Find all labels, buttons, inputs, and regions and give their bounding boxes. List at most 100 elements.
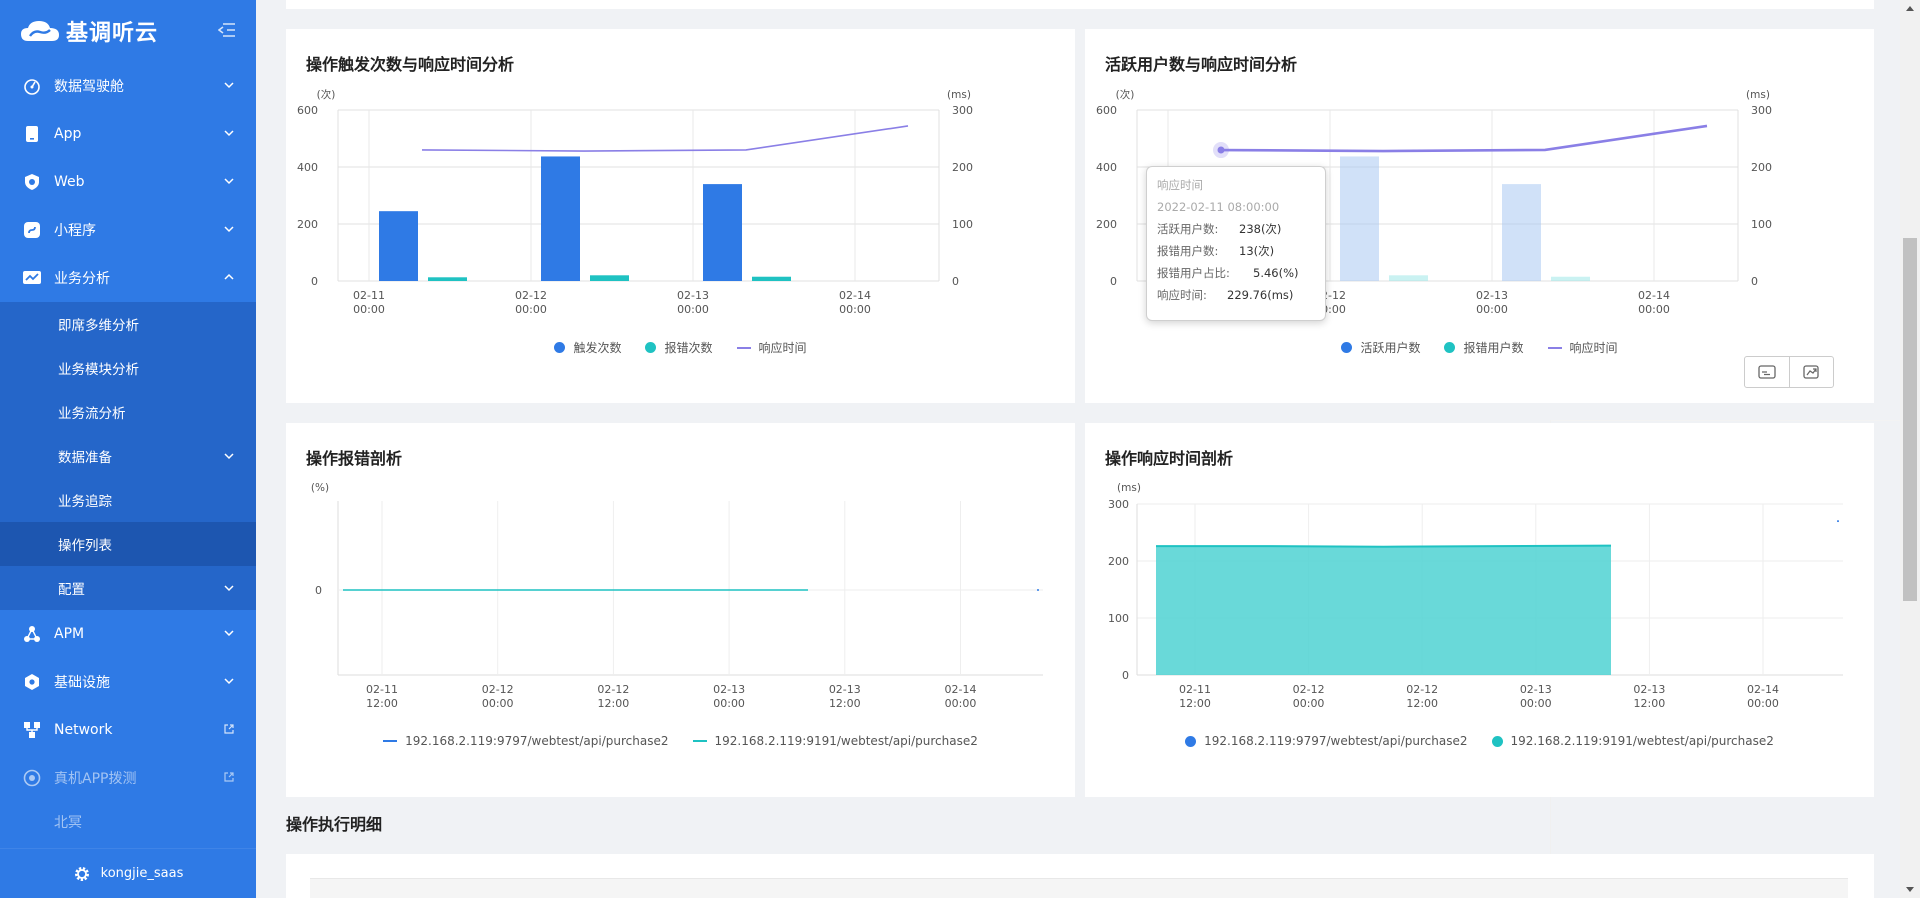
- chevron-up-icon: [224, 273, 234, 280]
- legend-item-endpoint-9191[interactable]: 192.168.2.119:9191/webtest/api/purchase2: [1491, 734, 1774, 748]
- bar-error: [428, 277, 467, 281]
- sidebar-item-label: App: [54, 126, 82, 142]
- y2-tick-label: 100: [1751, 218, 1772, 231]
- x-tick-label: 02-13: [829, 683, 861, 696]
- page-scrollbar[interactable]: [1900, 0, 1920, 898]
- x-tick-label: 00:00: [1520, 697, 1552, 710]
- scrollbar-thumb[interactable]: [1903, 238, 1917, 601]
- error-analysis-chart: (%)002-1112:0002-1200:0002-1212:0002-130…: [311, 482, 1043, 710]
- sidebar-menu-bottom: APM 基础设施 Network 真机APP拨测 北冥: [0, 610, 256, 832]
- data-view-button[interactable]: [1745, 357, 1789, 387]
- series-point-9797: [1037, 589, 1039, 591]
- bar-primary: [379, 211, 418, 281]
- x-tick-label: 12:00: [598, 697, 630, 710]
- sidebar-item-app[interactable]: App: [0, 110, 256, 158]
- legend-item-trigger-count[interactable]: 触发次数: [554, 339, 621, 356]
- legend-item-response-time[interactable]: 响应时间: [736, 339, 807, 356]
- legend-item-active-users[interactable]: 活跃用户数: [1341, 339, 1420, 356]
- chart-toolbox: [1744, 356, 1834, 388]
- legend-label: 响应时间: [1569, 341, 1618, 355]
- sidebar-subitem-label: 业务流分析: [58, 406, 126, 422]
- y2-tick-label: 0: [1751, 275, 1758, 288]
- sidebar-subitem-label: 数据准备: [58, 450, 112, 466]
- y-tick-label: 100: [1108, 612, 1129, 625]
- bar-primary: [541, 156, 580, 281]
- save-image-icon: [1803, 365, 1819, 379]
- tooltip-label: 报错用户占比:: [1157, 266, 1230, 280]
- sidebar-item-business-analysis[interactable]: 业务分析: [0, 254, 256, 302]
- highlight-point: [1217, 146, 1225, 154]
- legend-item-error-count[interactable]: 报错次数: [645, 339, 713, 356]
- legend-item-endpoint-9191[interactable]: 192.168.2.119:9191/webtest/api/purchase2: [692, 734, 978, 748]
- x-tick-label: 02-13: [677, 289, 709, 302]
- bar-error: [752, 276, 791, 281]
- legend-label: 192.168.2.119:9797/webtest/api/purchase2: [405, 734, 669, 748]
- execution-detail-panel: [286, 854, 1874, 898]
- sidebar-subitem-label: 业务追踪: [58, 494, 112, 510]
- chart-legend: 活跃用户数 报错用户数 响应时间: [1085, 339, 1874, 356]
- sidebar-subitem-tracking[interactable]: 业务追踪: [0, 478, 256, 522]
- sidebar-item-infra[interactable]: 基础设施: [0, 658, 256, 706]
- logo[interactable]: 基调听云: [0, 0, 256, 62]
- legend-label: 活跃用户数: [1360, 341, 1421, 355]
- legend-item-error-users[interactable]: 报错用户数: [1444, 339, 1524, 356]
- x-tick-label: 12:00: [1406, 697, 1438, 710]
- y2-tick-label: 300: [1751, 104, 1772, 117]
- chevron-down-icon: [224, 585, 234, 592]
- sidebar-subitem-adhoc-analysis[interactable]: 即席多维分析: [0, 302, 256, 346]
- business-analysis-submenu: 即席多维分析 业务模块分析 业务流分析 数据准备 业务追踪 操作列表 配置: [0, 302, 256, 610]
- sidebar-subitem-module-analysis[interactable]: 业务模块分析: [0, 346, 256, 390]
- chevron-down-icon: [224, 130, 234, 137]
- sidebar-item-label: APM: [54, 626, 85, 642]
- tooltip-value: 5.46(%): [1253, 266, 1299, 280]
- sidebar-subitem-flow-analysis[interactable]: 业务流分析: [0, 390, 256, 434]
- sidebar-item-network[interactable]: Network: [0, 706, 256, 754]
- gear-icon: [74, 866, 89, 881]
- x-tick-label: 12:00: [1634, 697, 1666, 710]
- response-time-analysis-chart: (ms)010020030002-1112:0002-1200:0002-121…: [1108, 482, 1843, 710]
- sidebar-item-label: 北冥: [54, 815, 82, 831]
- y-tick-label: 0: [315, 584, 322, 597]
- sidebar-item-web[interactable]: Web: [0, 158, 256, 206]
- y-tick-label: 200: [1096, 218, 1117, 231]
- y-tick-label: 300: [1108, 498, 1129, 511]
- app-icon: [22, 124, 42, 144]
- panel-error-analysis: 操作报错剖析 (%) 0 02-11 12:00 02-12 00:00 02-12 12:0…: [286, 423, 1075, 797]
- legend-label: 响应时间: [758, 341, 807, 355]
- bar-primary: [1340, 156, 1379, 281]
- y2-tick-label: 0: [952, 275, 959, 288]
- legend-label: 触发次数: [573, 341, 622, 355]
- legend-label: 报错次数: [664, 341, 713, 355]
- sidebar-subitem-data-prep[interactable]: 数据准备: [0, 434, 256, 478]
- sidebar-subitem-operation-list[interactable]: 操作列表: [0, 522, 256, 566]
- collapse-menu-icon[interactable]: [218, 22, 236, 38]
- sidebar-subitem-config[interactable]: 配置: [0, 566, 256, 610]
- x-tick-label: 00:00: [1476, 303, 1508, 316]
- scroll-down-icon[interactable]: [1905, 886, 1915, 894]
- tooltip-value: 229.76(ms): [1227, 288, 1294, 302]
- sidebar-subitem-label: 业务模块分析: [58, 362, 139, 378]
- chevron-down-icon: [224, 226, 234, 233]
- sidebar-item-apm[interactable]: APM: [0, 610, 256, 658]
- tooltip-label: 活跃用户数:: [1157, 222, 1219, 236]
- user-settings[interactable]: kongjie_saas: [0, 848, 256, 898]
- app-dial-test-icon: [22, 768, 42, 788]
- scroll-up-icon[interactable]: [1905, 4, 1915, 12]
- legend-item-endpoint-9797[interactable]: 192.168.2.119:9797/webtest/api/purchase2: [383, 734, 669, 748]
- save-image-button[interactable]: [1788, 357, 1834, 387]
- miniprogram-icon: [22, 220, 42, 240]
- sidebar-item-app-dial-test[interactable]: 真机APP拨测: [0, 754, 256, 802]
- tooltip-label: 报错用户数:: [1157, 244, 1219, 258]
- sidebar-item-dashboard[interactable]: 数据驾驶舱: [0, 62, 256, 110]
- data-view-icon: [1758, 365, 1776, 379]
- legend-item-endpoint-9797[interactable]: 192.168.2.119:9797/webtest/api/purchase2: [1185, 734, 1468, 748]
- sidebar-item-label: 小程序: [54, 223, 96, 239]
- sidebar-item-beiming[interactable]: 北冥: [0, 802, 256, 832]
- legend-dot: [1444, 342, 1456, 353]
- infra-icon: [22, 672, 42, 692]
- legend-dot: [554, 342, 566, 353]
- sidebar-item-miniprogram[interactable]: 小程序: [0, 206, 256, 254]
- web-icon: [22, 172, 42, 192]
- tooltip-row: 报错用户数: 13(次): [1157, 240, 1315, 262]
- legend-item-response-time[interactable]: 响应时间: [1547, 339, 1618, 356]
